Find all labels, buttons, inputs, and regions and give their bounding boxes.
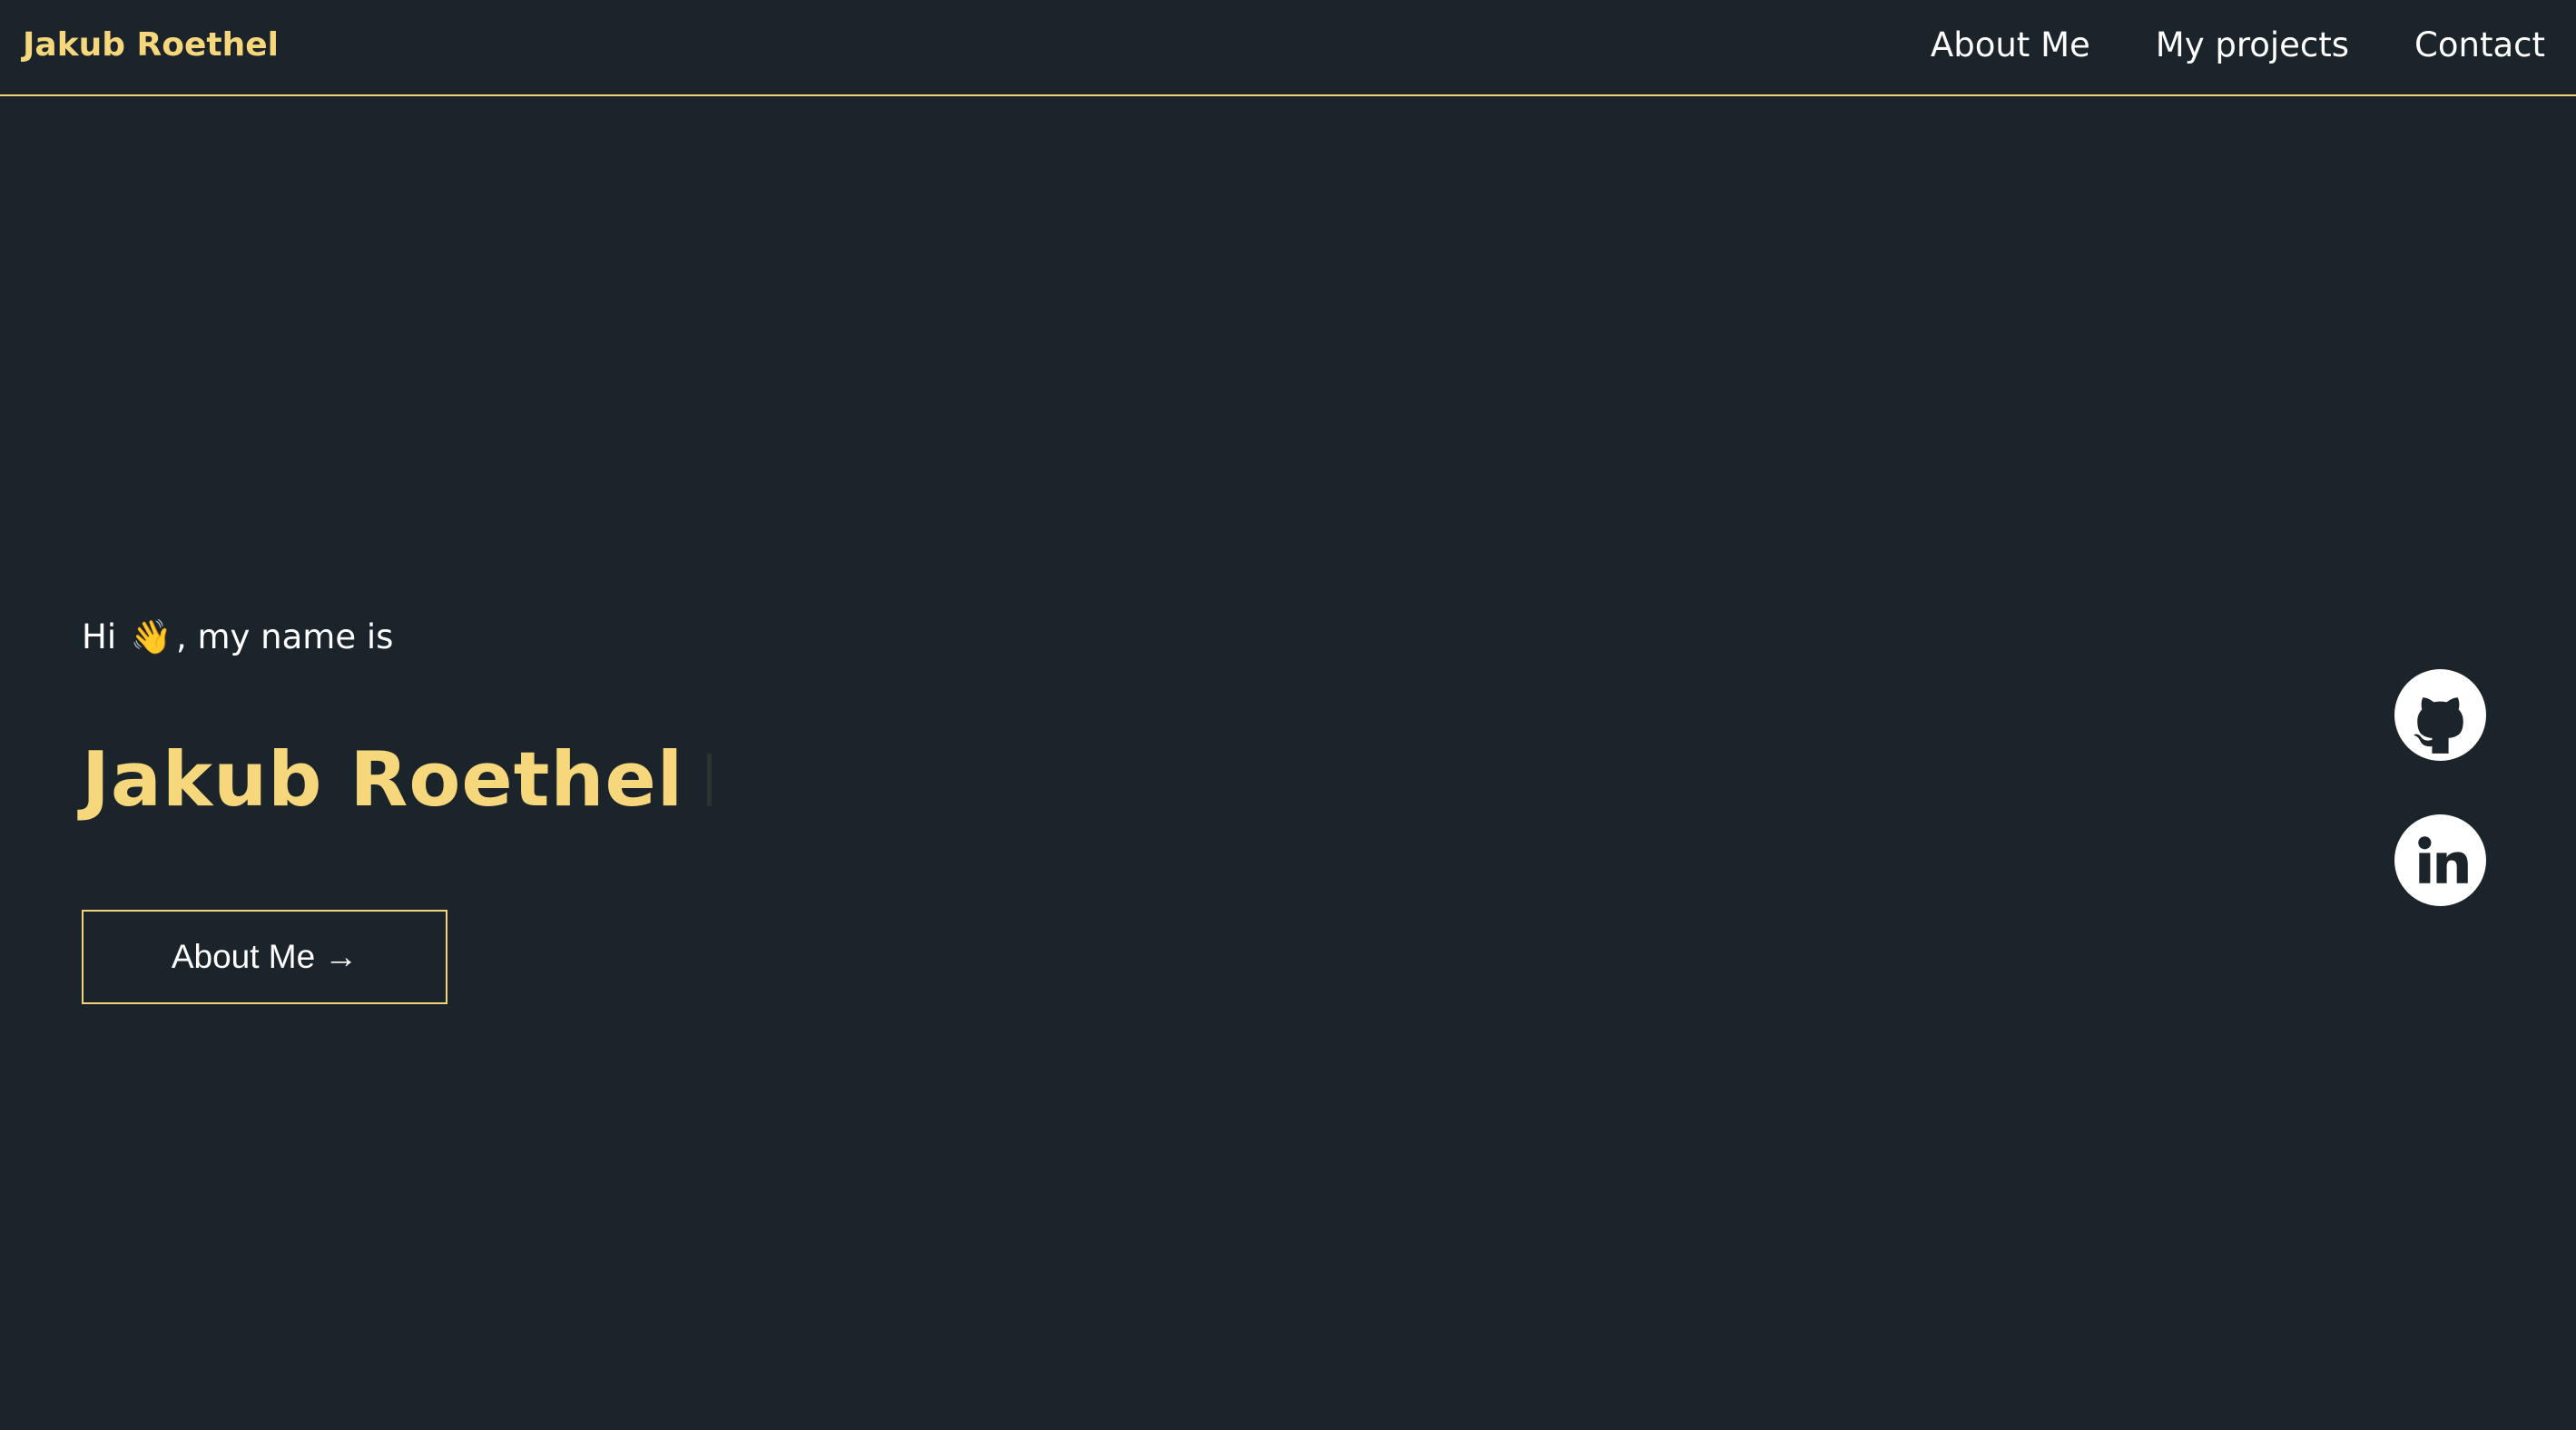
- linkedin-link[interactable]: [2394, 814, 2486, 906]
- waving-hand-icon: 👋: [130, 617, 172, 656]
- hero-name: Jakub Roethel: [82, 735, 684, 823]
- brand-logo[interactable]: Jakub Roethel: [23, 22, 279, 69]
- top-navbar: Jakub Roethel About Me My projects Conta…: [0, 0, 2576, 96]
- social-links: [2394, 669, 2486, 906]
- arrow-right-icon: →: [324, 938, 359, 975]
- about-me-button[interactable]: About Me →: [82, 910, 447, 1004]
- linkedin-icon: [2418, 836, 2468, 883]
- hero-greeting: Hi 👋, my name is: [82, 609, 393, 666]
- hero-name-row: Jakub Roethel: [82, 735, 713, 825]
- github-icon: [2414, 697, 2463, 754]
- github-link[interactable]: [2394, 669, 2486, 761]
- typing-cursor: [707, 754, 713, 806]
- greeting-suffix: , my name is: [175, 617, 394, 656]
- hero-section: Hi 👋, my name is Jakub Roethel About Me …: [82, 609, 713, 1004]
- nav-link-my-projects[interactable]: My projects: [2156, 22, 2349, 69]
- nav-links: About Me My projects Contact: [1931, 22, 2545, 69]
- greeting-prefix: Hi: [82, 617, 117, 656]
- nav-link-contact[interactable]: Contact: [2414, 22, 2545, 69]
- nav-link-about-me[interactable]: About Me: [1931, 22, 2090, 69]
- about-me-button-label: About Me: [171, 938, 316, 975]
